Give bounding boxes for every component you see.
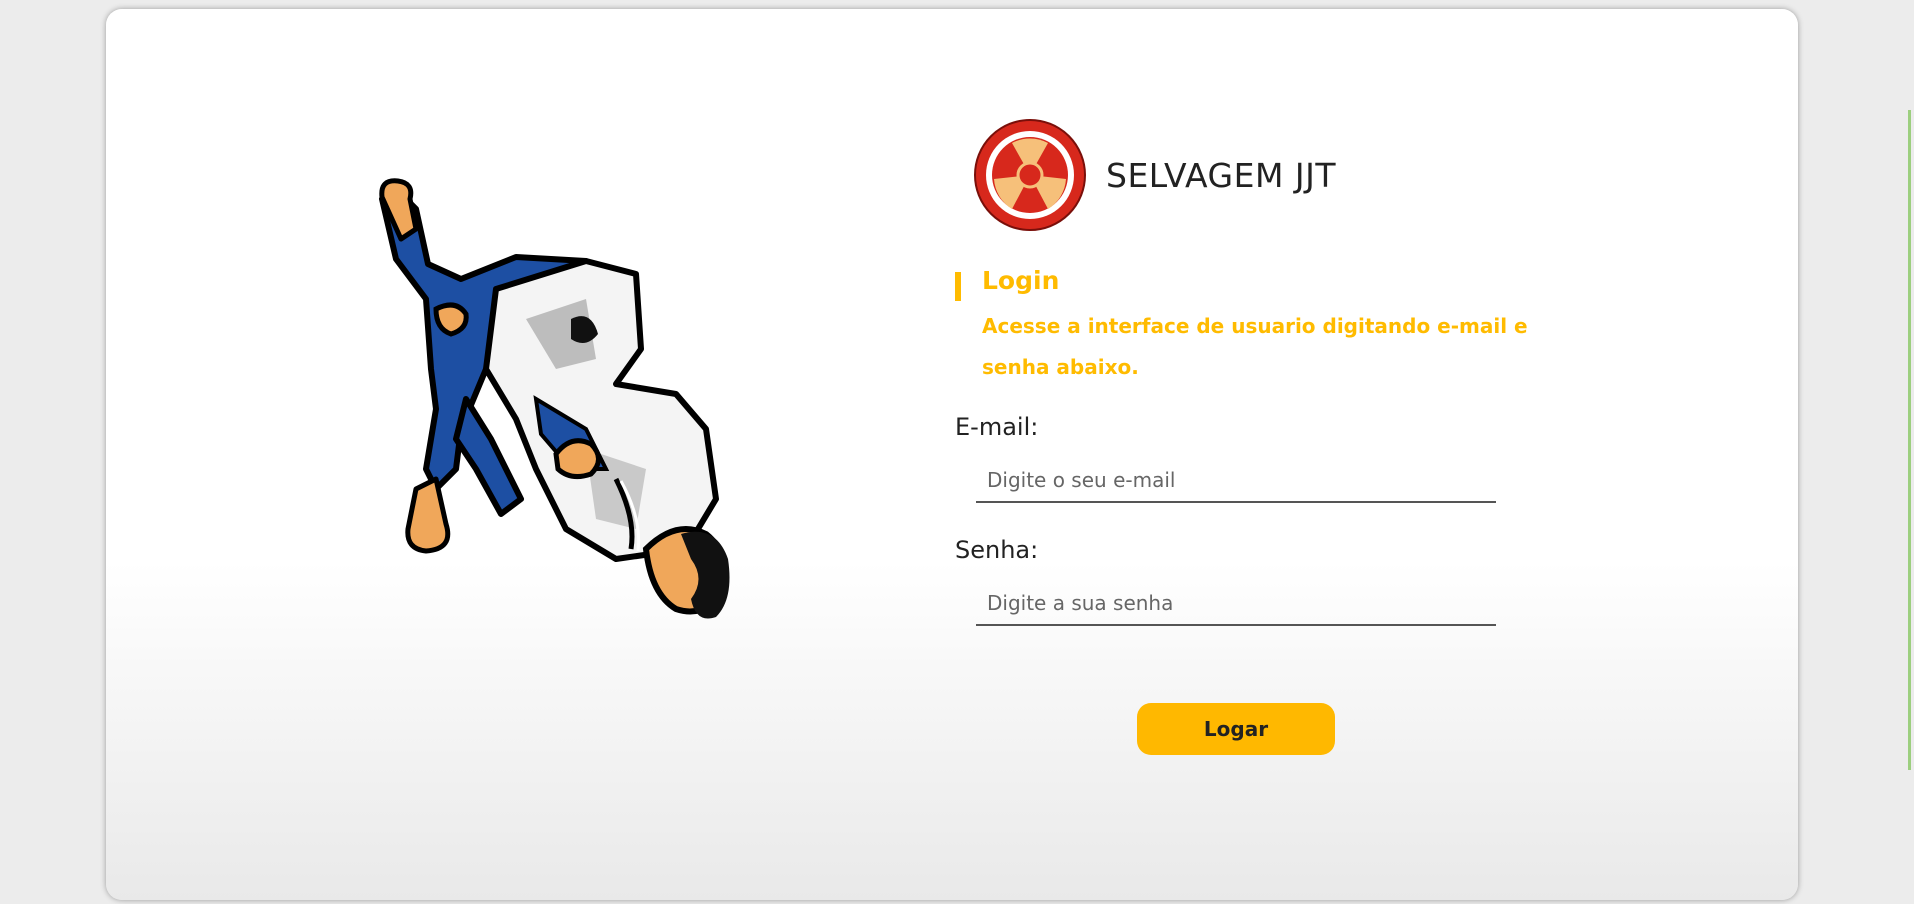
brand-title: SELVAGEM JJT xyxy=(1106,155,1337,195)
password-label: Senha: xyxy=(955,536,1039,564)
email-label: E-mail: xyxy=(955,413,1039,441)
login-card: SELVAGEM JJT Login Acesse a interface de… xyxy=(106,9,1798,900)
login-button[interactable]: Logar xyxy=(1137,703,1335,755)
accent-bar xyxy=(955,272,961,301)
right-edge-strip xyxy=(1908,110,1911,770)
email-field[interactable] xyxy=(976,459,1496,503)
login-heading: Login xyxy=(982,266,1060,295)
jiu-jitsu-fighters-illustration xyxy=(379,178,730,619)
team-logo-icon xyxy=(974,119,1086,231)
login-description: Acesse a interface de usuario digitando … xyxy=(982,314,1528,379)
brand-header: SELVAGEM JJT xyxy=(972,117,1336,233)
password-field[interactable] xyxy=(976,582,1496,626)
